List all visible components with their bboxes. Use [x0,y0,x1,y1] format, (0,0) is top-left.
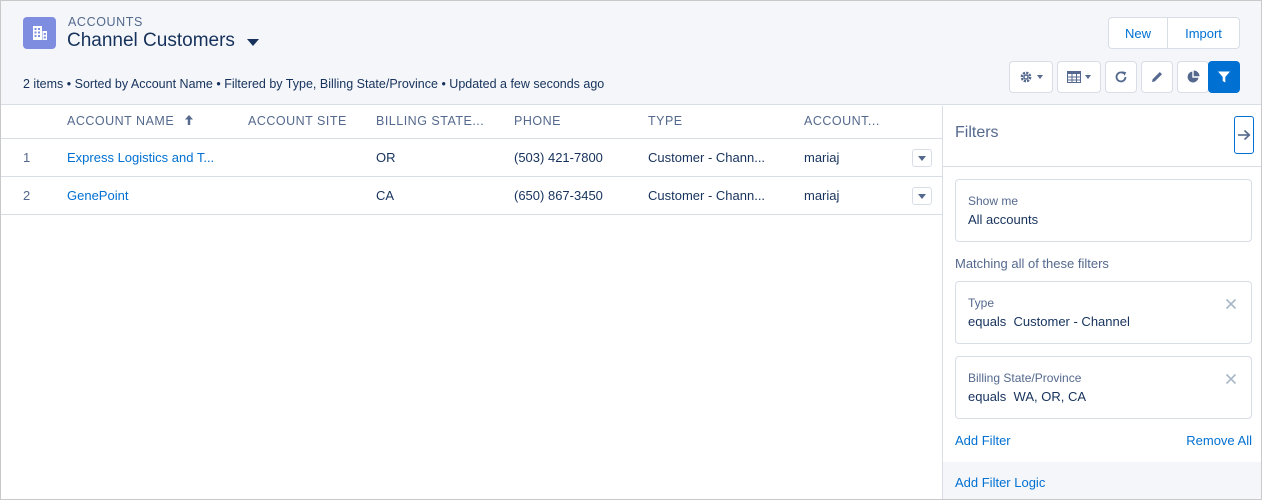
phone-cell: (503) 421-7800 [514,150,603,165]
pie-chart-icon [1187,70,1200,83]
owner-cell: mariaj [804,150,840,165]
matching-filters-text: Matching all of these filters [955,256,1109,271]
billing-state-cell: CA [376,188,395,203]
chevron-down-icon [918,193,926,199]
chevron-down-icon [1037,75,1043,79]
display-as-button[interactable] [1057,61,1101,93]
show-me-label: Show me [968,194,1019,208]
filter-icon [1218,71,1230,83]
grid-object-icon [23,17,56,49]
list-view-switcher-caret-icon[interactable] [246,39,259,46]
page-title: Channel Customers [67,30,235,51]
action-button-group: New Import [1108,17,1240,49]
column-header-type[interactable]: TYPE [648,106,683,139]
filter-item-type[interactable]: Type equals Customer - Channel [955,281,1252,344]
refresh-icon [1115,71,1127,83]
new-button[interactable]: New [1109,18,1167,48]
import-button[interactable]: Import [1167,18,1239,48]
filters-toggle-button[interactable] [1208,61,1240,93]
column-header-account-owner[interactable]: ACCOUNT... [804,106,880,139]
row-actions-button[interactable] [912,187,932,205]
close-icon[interactable] [1225,298,1237,310]
edit-list-button[interactable] [1141,61,1173,93]
gear-icon [1020,71,1032,83]
row-number: 1 [23,150,31,165]
column-header-billing-state[interactable]: BILLING STATE... [376,106,484,139]
column-header-phone[interactable]: PHONE [514,106,561,139]
add-filter-link[interactable]: Add Filter [955,433,1011,448]
filter-item-billing-state[interactable]: Billing State/Province equals WA, OR, CA [955,356,1252,419]
type-cell: Customer - Chann... [648,188,766,203]
table-row: 2 GenePoint CA (650) 867-3450 Customer -… [1,177,942,215]
row-actions-button[interactable] [912,149,932,167]
column-header-account-site[interactable]: ACCOUNT SITE [248,106,347,139]
refresh-button[interactable] [1105,61,1137,93]
chevron-down-icon [1085,75,1091,79]
filter-label: Type [968,296,995,310]
close-icon[interactable] [1225,373,1237,385]
billing-state-cell: OR [376,150,396,165]
account-name-link[interactable]: Express Logistics and T... [67,139,237,176]
pencil-icon [1152,72,1162,82]
list-view-header: ACCOUNTS Channel Customers 2 items • Sor… [1,1,1261,105]
filters-panel-title: Filters [955,124,999,141]
show-me-value: All accounts [968,212,1039,227]
owner-cell: mariaj [804,188,840,203]
column-header-label: ACCOUNT NAME [67,114,175,128]
charts-button[interactable] [1177,61,1209,93]
filters-panel: Filters Show me All accounts Matching al… [942,106,1261,499]
add-filter-logic-link[interactable]: Add Filter Logic [955,475,1045,490]
list-view-window: ACCOUNTS Channel Customers 2 items • Sor… [0,0,1262,500]
table-row: 1 Express Logistics and T... OR (503) 42… [1,139,942,177]
filter-value: equals WA, OR, CA [968,389,1086,404]
records-table: ACCOUNT NAME ACCOUNT SITE BILLING STATE.… [1,106,942,215]
filter-value: equals Customer - Channel [968,314,1130,329]
list-view-info: 2 items • Sorted by Account Name • Filte… [23,77,605,91]
row-number: 2 [23,188,31,203]
filters-panel-footer: Add Filter Logic [943,462,1261,499]
show-me-filter[interactable]: Show me All accounts [955,179,1252,242]
close-filters-button[interactable] [1234,116,1254,154]
arrow-right-icon [1238,129,1251,141]
chevron-down-icon [918,155,926,161]
list-view-controls-button[interactable] [1009,61,1053,93]
sort-ascending-icon [185,115,194,125]
object-label: ACCOUNTS [68,15,143,29]
column-header-account-name[interactable]: ACCOUNT NAME [67,106,194,139]
filter-label: Billing State/Province [968,371,1082,385]
account-name-link[interactable]: GenePoint [67,177,237,214]
list-view-title-row: Channel Customers [67,30,259,52]
phone-cell: (650) 867-3450 [514,188,603,203]
table-view-icon [1067,71,1081,83]
filters-panel-header: Filters [943,106,1261,167]
table-header: ACCOUNT NAME ACCOUNT SITE BILLING STATE.… [1,106,942,139]
remove-all-link[interactable]: Remove All [1186,433,1252,448]
type-cell: Customer - Chann... [648,150,766,165]
